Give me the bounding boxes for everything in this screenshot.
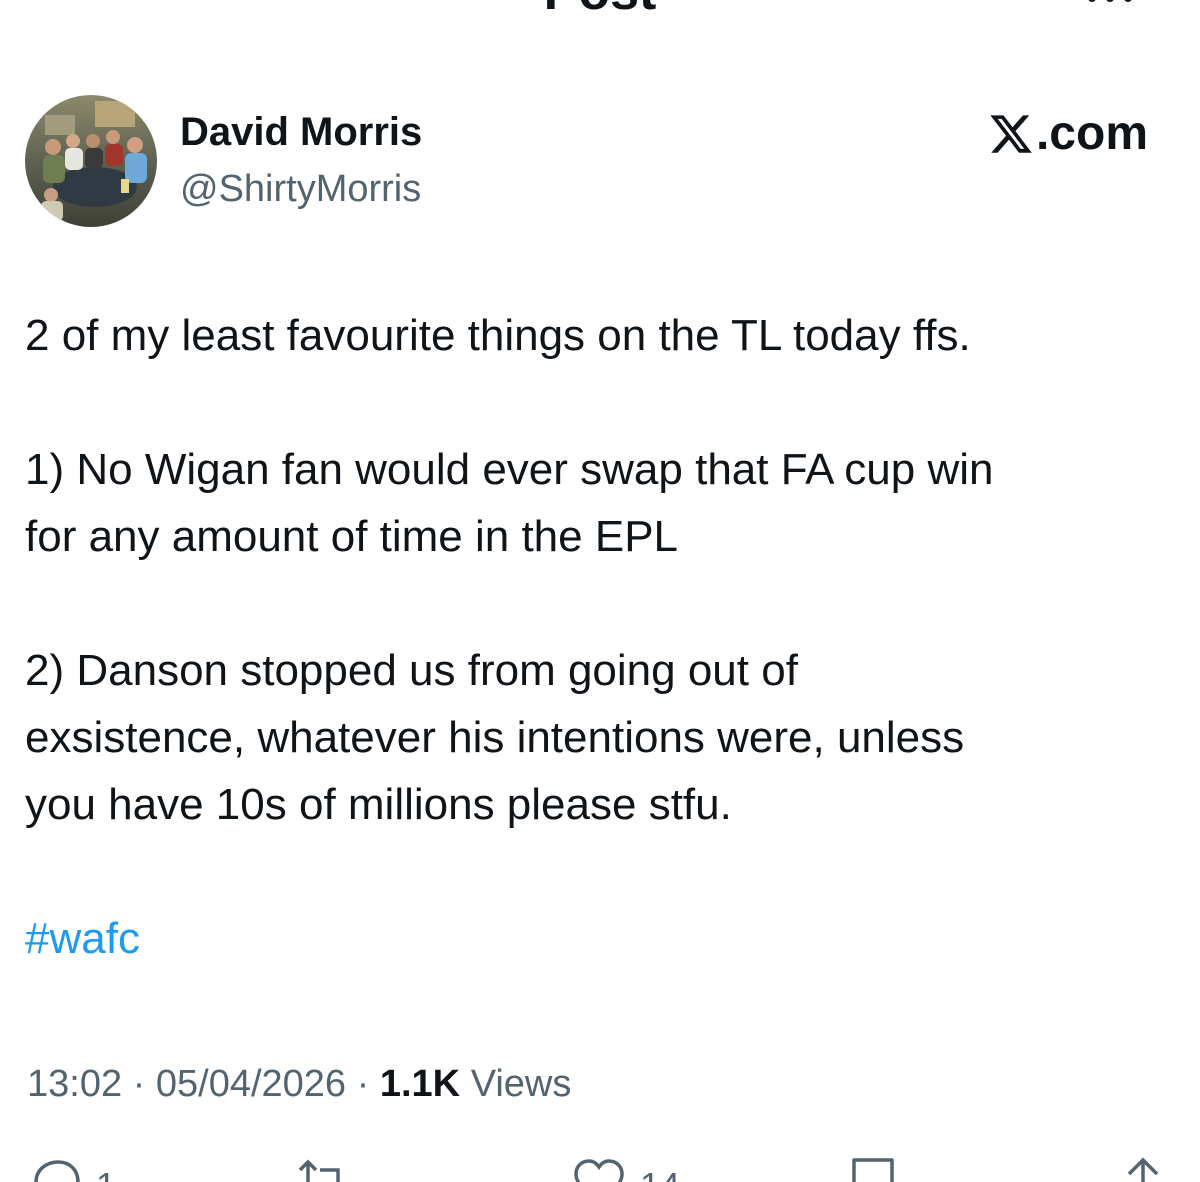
author-name[interactable]: David Morris xyxy=(180,108,422,156)
post-line: #wafc xyxy=(25,905,1175,972)
like-count: 14 xyxy=(640,1168,680,1182)
meta-separator: · xyxy=(356,1063,370,1105)
post-line: 2) Danson stopped us from going out of xyxy=(25,646,798,695)
post-text: 2 of my least favourite things on the TL… xyxy=(25,302,1175,972)
page-title: Post xyxy=(0,0,1200,18)
site-domain-text: .com xyxy=(1035,107,1148,160)
action-bar: 1 14 xyxy=(0,1150,1200,1182)
reply-count: 1 xyxy=(96,1168,116,1182)
heart-icon xyxy=(574,1159,624,1182)
avatar-photo xyxy=(25,95,157,227)
more-options-icon[interactable] xyxy=(1080,0,1140,16)
meta-separator: · xyxy=(132,1063,146,1105)
retweet-button[interactable] xyxy=(296,1156,364,1182)
post-date[interactable]: 05/04/2026 xyxy=(156,1063,346,1105)
post-time[interactable]: 13:02 xyxy=(27,1063,122,1105)
post-line: exsistence, whatever his intentions were… xyxy=(25,713,965,762)
bookmark-icon xyxy=(852,1158,894,1182)
reply-icon xyxy=(34,1160,80,1182)
post-meta: 13:02 · 05/04/2026 · 1.1K Views xyxy=(27,1060,571,1108)
post-line: 1) No Wigan fan would ever swap that FA … xyxy=(25,445,994,494)
post-line: for any amount of time in the EPL xyxy=(25,512,679,561)
share-icon xyxy=(1127,1157,1159,1182)
avatar[interactable] xyxy=(25,95,157,227)
site-branding: .com xyxy=(988,106,1148,162)
post-line: you have 10s of millions please stfu. xyxy=(25,780,732,829)
author-handle[interactable]: @ShirtyMorris xyxy=(180,166,421,212)
hashtag-link[interactable]: #wafc xyxy=(25,914,140,963)
top-bar: Post xyxy=(0,0,1200,40)
post-line: 2 of my least favourite things on the TL… xyxy=(25,311,971,360)
like-button[interactable]: 14 xyxy=(572,1156,680,1182)
views-count: 1.1K xyxy=(379,1063,461,1105)
bookmark-button[interactable] xyxy=(846,1156,900,1182)
x-logo-icon xyxy=(990,115,1032,153)
share-button[interactable] xyxy=(1116,1156,1170,1182)
views-label: Views xyxy=(470,1063,572,1105)
retweet-icon xyxy=(298,1159,340,1182)
reply-button[interactable]: 1 xyxy=(28,1156,116,1182)
